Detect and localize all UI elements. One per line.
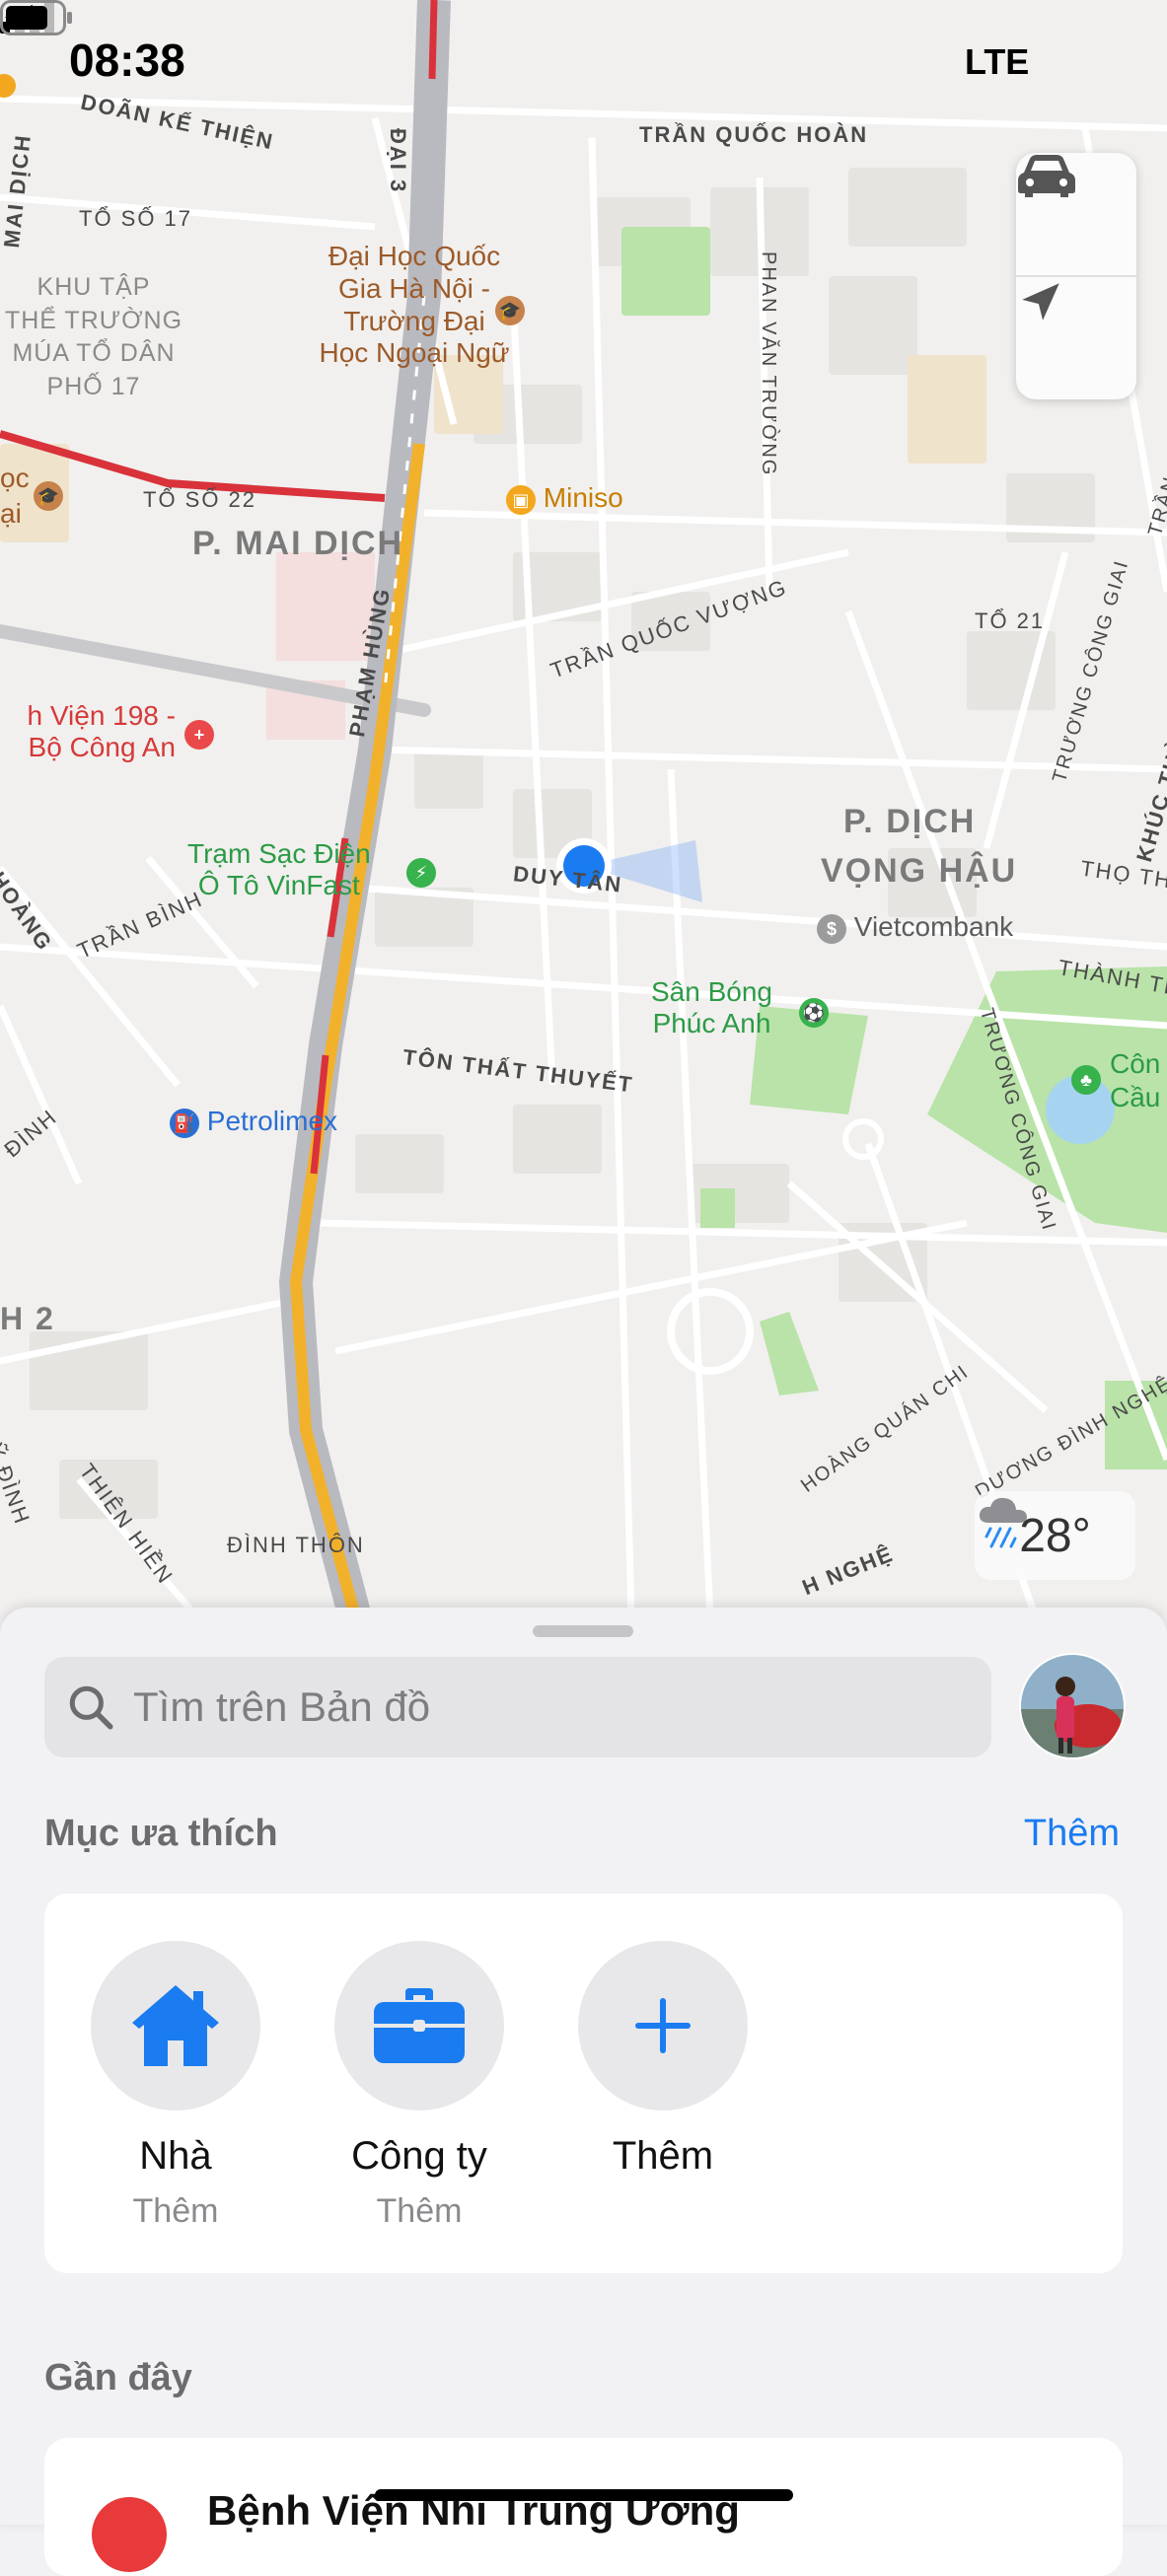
favorite-work-circle[interactable] <box>334 1941 504 2111</box>
park-poi[interactable]: Côn Cầu <box>1110 1047 1160 1113</box>
bank-icon: $ <box>817 913 846 944</box>
district-label: P. DỊCH <box>843 803 977 840</box>
map-canvas <box>0 0 1167 1617</box>
street-label: TỔ 21 <box>975 608 1046 633</box>
graduation-cap-icon: 🎓 <box>34 481 63 511</box>
recents-card: Bệnh Viện Nhi Trung Ương <box>44 2438 1123 2576</box>
street-label: ĐẠI 3 <box>386 128 410 194</box>
home-indicator[interactable] <box>375 2489 793 2501</box>
favorite-label: Công ty <box>351 2134 487 2178</box>
car-icon <box>1018 155 1075 197</box>
favorites-title: Mục ưa thích <box>44 1813 278 1854</box>
hospital-poi[interactable]: h Viện 198 - Bộ Công An <box>0 700 177 763</box>
area-label: KHU TẬP THỂ TRƯỜNG MÚA TỔ DÂN PHỐ 17 <box>4 273 183 400</box>
favorite-label: Thêm <box>612 2134 714 2178</box>
shopping-bag-icon: ▣ <box>506 484 536 515</box>
recents-title: Gần đây <box>44 2357 192 2398</box>
house-icon <box>132 1985 219 2066</box>
driving-mode-button[interactable] <box>1016 153 1136 275</box>
favorite-sublabel: Thêm <box>376 2192 463 2230</box>
battery-icon <box>0 0 72 36</box>
street-label: TỔ SỐ 22 <box>143 487 257 512</box>
navigation-arrow-icon <box>1022 283 1059 321</box>
district-label: P. MAI DỊCH <box>192 525 404 562</box>
search-field[interactable]: Tìm trên Bản đồ <box>44 1657 991 1757</box>
favorite-add[interactable]: Thêm <box>554 1941 771 2179</box>
locate-me-button[interactable] <box>1016 277 1136 399</box>
vietcombank-poi[interactable]: $ Vietcombank <box>817 911 1013 944</box>
favorites-card: Nhà Thêm Công ty Thêm Thêm <box>44 1894 1123 2273</box>
district-label: H 2 <box>0 1301 55 1336</box>
search-placeholder: Tìm trên Bản đồ <box>133 1683 431 1730</box>
graduation-cap-icon: 🎓 <box>495 296 525 325</box>
recent-place-icon <box>92 2497 167 2572</box>
street-label: ĐÌNH THÔN <box>227 1533 365 1557</box>
rain-cloud-icon <box>979 1497 1027 1548</box>
map-view[interactable]: DOÃN KẾ THIỆN TRẦN QUỐC HOÀN ĐẠI 3 TỔ SỐ… <box>0 0 1167 1617</box>
favorite-sublabel: Thêm <box>132 2192 219 2230</box>
fuel-pump-icon: ⛽ <box>170 1108 199 1138</box>
street-label: TRẦN QUỐC HOÀN <box>639 122 869 147</box>
favorite-label: Nhà <box>139 2134 212 2178</box>
charging-station-icon: ⚡ <box>406 858 436 888</box>
tree-icon: ♣ <box>1071 1065 1101 1095</box>
soccer-ball-icon: ⚽ <box>799 998 829 1028</box>
profile-avatar[interactable] <box>1021 1655 1124 1757</box>
briefcase-icon <box>374 1988 465 2063</box>
status-bar: 08:38 LTE <box>0 0 1167 118</box>
hospital-cross-icon: + <box>184 720 214 750</box>
plus-icon <box>635 1998 691 2053</box>
favorite-add-circle[interactable] <box>578 1941 748 2111</box>
bottom-sheet[interactable]: Tìm trên Bản đồ Mục ưa thích Thêm Nhà Th… <box>0 1608 1167 2576</box>
university-poi-left: ọc ại <box>0 463 30 530</box>
miniso-poi[interactable]: ▣ Miniso <box>506 482 623 515</box>
football-field-poi[interactable]: Sân Bóng Phúc Anh <box>651 976 772 1039</box>
petrolimex-poi[interactable]: ⛽ Petrolimex <box>170 1106 337 1138</box>
status-time: 08:38 <box>69 35 185 86</box>
street-label: PHAN VĂN TRƯỜNG <box>758 251 779 477</box>
favorite-home[interactable]: Nhà Thêm <box>67 1941 284 2231</box>
vinfast-poi[interactable]: Trạm Sạc Điện Ô Tô VinFast <box>187 838 371 901</box>
district-label: VỌNG HẬU <box>821 852 1018 890</box>
favorite-work[interactable]: Công ty Thêm <box>311 1941 528 2231</box>
map-controls <box>1016 153 1136 399</box>
favorites-more-link[interactable]: Thêm <box>1024 1813 1120 1855</box>
avatar-image <box>1021 1655 1124 1757</box>
sheet-grabber[interactable] <box>533 1625 633 1637</box>
network-type: LTE <box>965 41 1030 82</box>
search-icon <box>69 1685 113 1730</box>
street-label: TỔ SỐ 17 <box>79 206 193 231</box>
weather-widget[interactable]: 28° <box>975 1491 1135 1580</box>
favorite-home-circle[interactable] <box>91 1941 260 2111</box>
